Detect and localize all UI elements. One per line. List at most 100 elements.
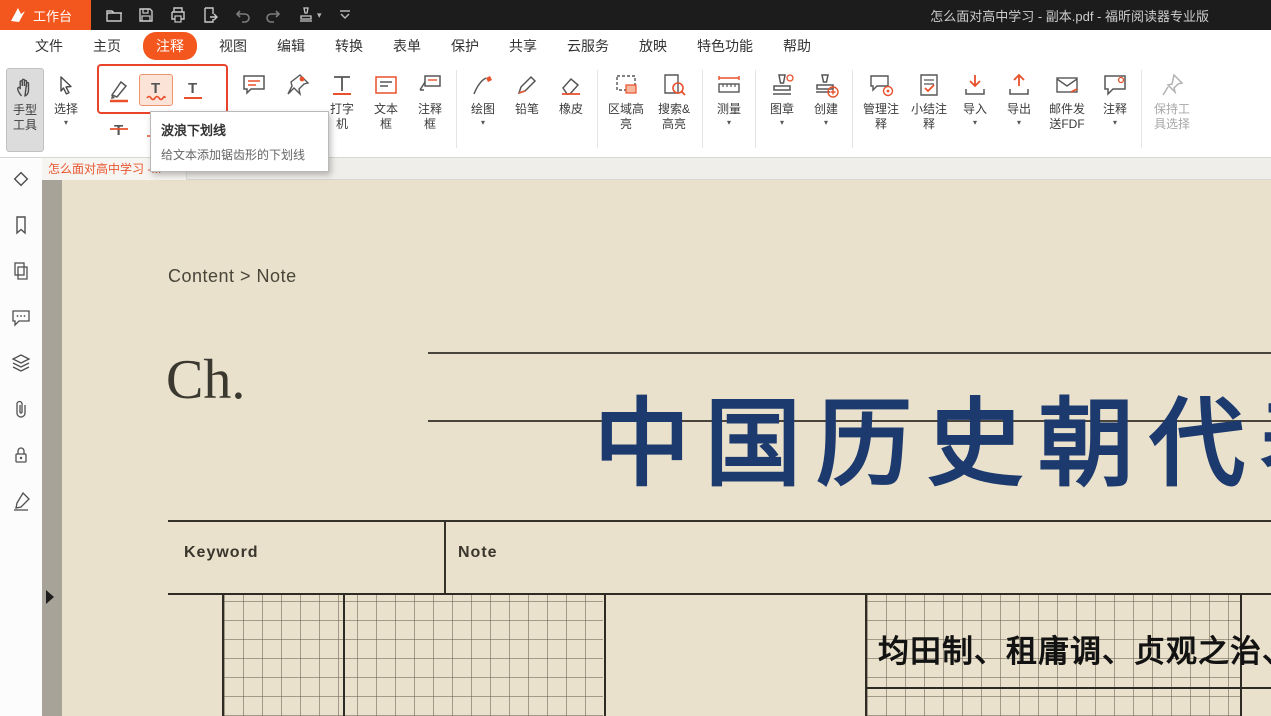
- ribbon-button-import[interactable]: 导入 ▾: [955, 66, 995, 127]
- diamond-icon[interactable]: [10, 168, 32, 190]
- hand-tool-button[interactable]: 手型工具: [6, 68, 44, 152]
- undo-icon[interactable]: [233, 6, 251, 24]
- ribbon-button-eraser[interactable]: 橡皮: [551, 66, 591, 117]
- underline-tool[interactable]: T: [176, 74, 210, 106]
- menu-share[interactable]: 共享: [494, 32, 552, 60]
- ribbon-separator: [597, 70, 598, 148]
- pages-icon[interactable]: [10, 260, 32, 282]
- tooltip: 波浪下划线 给文本添加锯齿形的下划线: [150, 111, 329, 172]
- ruled-line: [428, 352, 1271, 354]
- expand-panel-arrow[interactable]: [46, 590, 54, 604]
- squiggly-underline-tool[interactable]: T: [139, 74, 173, 106]
- doc-breadcrumb: Content > Note: [168, 266, 297, 287]
- ribbon-button-export[interactable]: 导出 ▾: [999, 66, 1039, 127]
- ribbon-button-create[interactable]: 创建 ▾: [806, 66, 846, 127]
- dropdown-caret-icon[interactable]: ▾: [973, 118, 977, 127]
- foxit-logo-icon: [9, 6, 27, 24]
- page-edge: [42, 180, 62, 716]
- menu-help[interactable]: 帮助: [768, 32, 826, 60]
- dropdown-caret-icon[interactable]: ▾: [824, 118, 828, 127]
- menu-file[interactable]: 文件: [20, 32, 78, 60]
- keep-tool-selected-icon: [1159, 72, 1185, 98]
- ribbon-button-comment[interactable]: 注释 ▾: [1095, 66, 1135, 127]
- svg-text:T: T: [114, 122, 123, 139]
- customize-chevron-icon[interactable]: [336, 6, 354, 24]
- comment-bubble-icon[interactable]: [10, 306, 32, 328]
- underline-icon: T: [180, 77, 206, 103]
- workspace-label: 工作台: [33, 6, 72, 25]
- ribbon-button-search-highlight[interactable]: 搜索&高亮: [652, 66, 696, 132]
- create-stamp-icon: [813, 72, 839, 98]
- ribbon-button-summarize-comments[interactable]: 小结注释: [907, 66, 951, 132]
- dropdown-caret-icon[interactable]: ▾: [481, 118, 485, 127]
- select-tool-label: 选择: [53, 102, 79, 117]
- dropdown-caret-icon[interactable]: ▾: [1113, 118, 1117, 127]
- table-header-keyword: Keyword: [184, 544, 259, 562]
- open-folder-icon[interactable]: [105, 6, 123, 24]
- ribbon-button-callout[interactable]: 注释框: [410, 66, 450, 132]
- ribbon-button-pencil[interactable]: 铅笔: [507, 66, 547, 117]
- dropdown-caret-icon[interactable]: ▾: [1017, 118, 1021, 127]
- typewriter-icon: [329, 72, 355, 98]
- select-tool-button[interactable]: 选择 ▾: [47, 68, 85, 152]
- menu-comment[interactable]: 注释: [143, 32, 197, 60]
- menu-view[interactable]: 视图: [204, 32, 262, 60]
- menu-convert[interactable]: 转换: [320, 32, 378, 60]
- menu-present[interactable]: 放映: [624, 32, 682, 60]
- pdf-page[interactable]: Content > Note Ch. 中国历史朝代表 Keyword Note …: [62, 180, 1271, 716]
- comment-icon: [1102, 72, 1128, 98]
- dropdown-caret-icon: ▾: [317, 10, 322, 21]
- ribbon-button-textbox[interactable]: 文本框: [366, 66, 406, 132]
- table-row-line: [865, 687, 1271, 689]
- layers-icon[interactable]: [10, 352, 32, 374]
- ribbon-button-drawing[interactable]: 绘图 ▾: [463, 66, 503, 127]
- save-icon[interactable]: [137, 6, 155, 24]
- svg-text:T: T: [151, 80, 160, 97]
- workspace-button[interactable]: 工作台: [0, 0, 91, 30]
- search-highlight-icon: [661, 72, 687, 98]
- menu-protect[interactable]: 保护: [436, 32, 494, 60]
- dropdown-caret-icon[interactable]: ▾: [727, 118, 731, 127]
- sticky-note-icon: [241, 72, 267, 98]
- ribbon-button-measure[interactable]: 测量 ▾: [709, 66, 749, 127]
- redo-icon[interactable]: [265, 6, 283, 24]
- menu-form[interactable]: 表单: [378, 32, 436, 60]
- grid-paper-area: [224, 595, 603, 716]
- stamp-icon: [769, 72, 795, 98]
- signature-pen-icon[interactable]: [10, 490, 32, 512]
- ribbon-button-manage-comments[interactable]: 管理注释: [859, 66, 903, 132]
- table-column-line: [865, 593, 867, 716]
- tooltip-title: 波浪下划线: [161, 120, 318, 139]
- table-column-line: [604, 593, 606, 716]
- menu-cloud[interactable]: 云服务: [552, 32, 624, 60]
- ribbon-button-attachment[interactable]: [278, 66, 318, 102]
- titlebar: 工作台 ▾: [0, 0, 1271, 30]
- ribbon-button-keep-tool-selected[interactable]: 保持工具选择: [1148, 66, 1196, 132]
- menu-edit[interactable]: 编辑: [262, 32, 320, 60]
- highlight-tool[interactable]: [102, 74, 136, 106]
- menubar: 文件 主页 注释 视图 编辑 转换 表单 保护 共享 云服务 放映 特色功能 帮…: [0, 30, 1271, 62]
- export-icon[interactable]: [201, 6, 219, 24]
- ribbon-button-stamp[interactable]: 图章 ▾: [762, 66, 802, 127]
- drawing-icon: [470, 72, 496, 98]
- ribbon-button-area-highlight[interactable]: 区域高亮: [604, 66, 648, 132]
- bookmark-icon[interactable]: [10, 214, 32, 236]
- menu-features[interactable]: 特色功能: [682, 32, 768, 60]
- stamp-tool-icon: [297, 6, 315, 24]
- document-column: 怎么面对高中学习 -... × + Content > Note Ch. 中国历…: [42, 158, 1271, 716]
- strikeout-tool[interactable]: T: [102, 114, 136, 146]
- highlighter-icon: [106, 77, 132, 103]
- window-title: 怎么面对高中学习 - 副本.pdf - 福昕阅读器专业版: [930, 6, 1209, 25]
- dropdown-caret-icon[interactable]: ▾: [780, 118, 784, 127]
- lock-icon[interactable]: [10, 444, 32, 466]
- hand-icon: [13, 75, 37, 99]
- svg-text:T: T: [188, 80, 197, 97]
- print-icon[interactable]: [169, 6, 187, 24]
- stamp-tool-button[interactable]: ▾: [297, 6, 322, 24]
- paperclip-icon[interactable]: [10, 398, 32, 420]
- ribbon-separator: [852, 70, 853, 148]
- menu-home[interactable]: 主页: [78, 32, 136, 60]
- ribbon-button-sticky-note[interactable]: [234, 66, 274, 102]
- ribbon-button-email-fdf[interactable]: 邮件发送FDF: [1043, 66, 1091, 132]
- dropdown-caret-icon[interactable]: ▾: [64, 118, 68, 127]
